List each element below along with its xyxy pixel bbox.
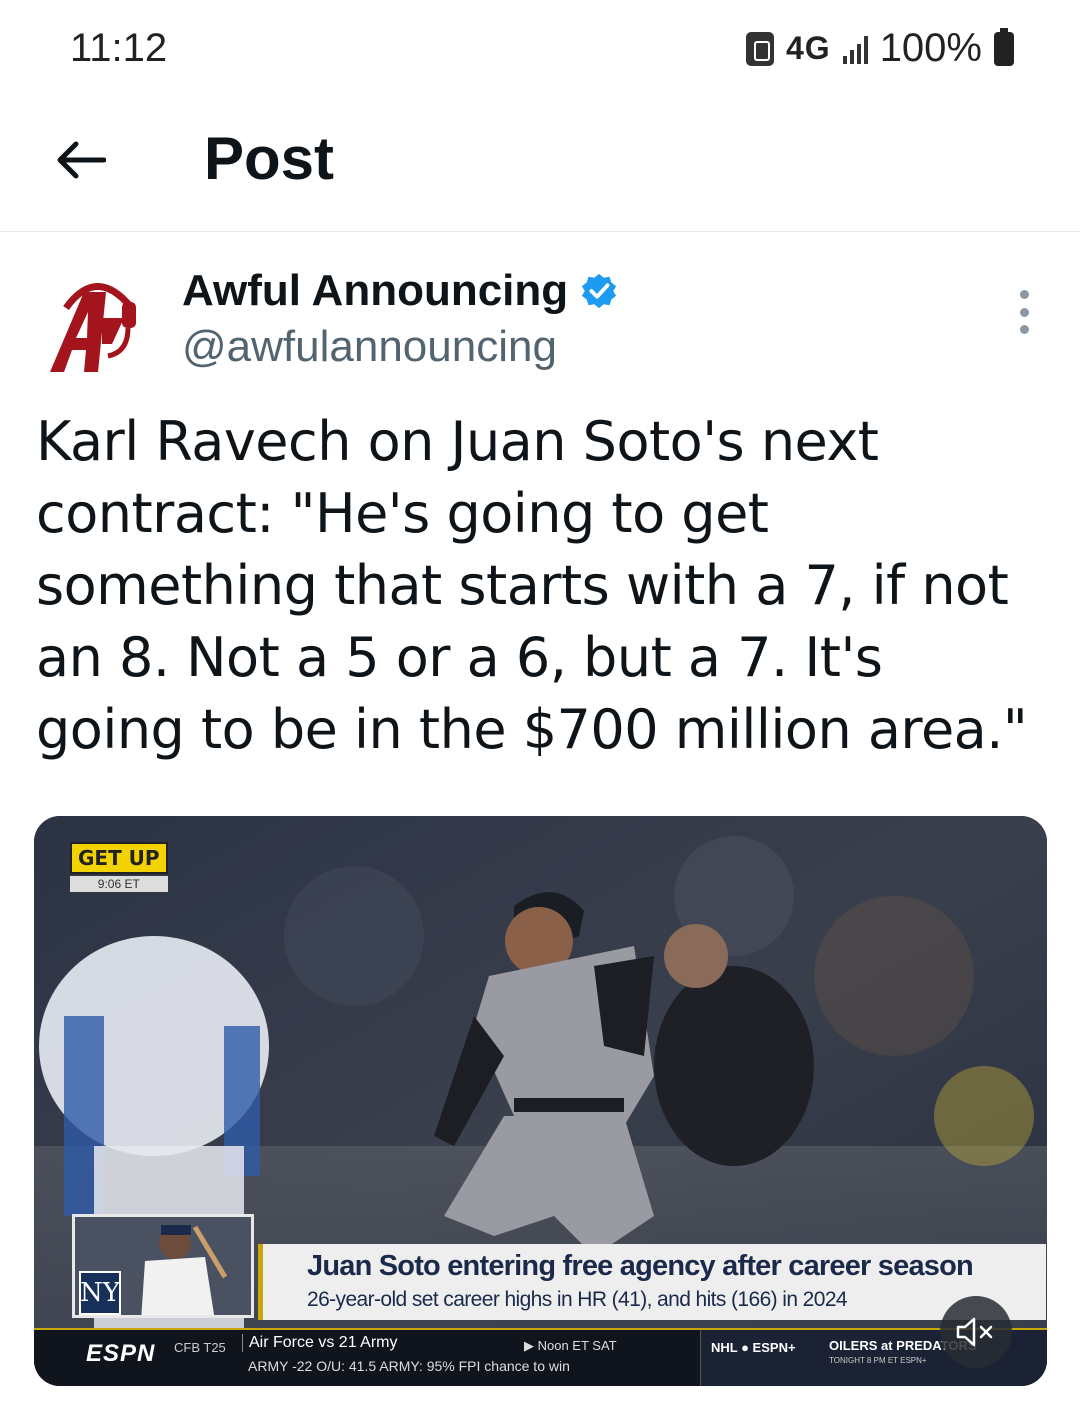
author-name-row[interactable]: Awful Announcing (182, 266, 618, 316)
page-title: Post (204, 125, 335, 192)
ticker-time: ▶ Noon ET SAT (524, 1338, 617, 1353)
promo-time: TONIGHT 8 PM ET ESPN+ (829, 1356, 927, 1365)
arrow-left-icon (57, 141, 106, 179)
network-logo: ESPN (86, 1340, 156, 1367)
more-dot-icon (1019, 290, 1029, 299)
verified-badge-icon (582, 273, 617, 309)
video-player[interactable]: GET UP 9:06 ET NY Juan Soto entering fre… (34, 816, 1047, 1386)
battery-percent: 100% (879, 26, 982, 70)
more-dot-icon (1019, 325, 1029, 334)
show-logo-title: GET UP (70, 842, 168, 874)
network-type: 4G (786, 30, 831, 66)
mute-button[interactable] (940, 1296, 1012, 1368)
author-name[interactable]: Awful Announcing (182, 266, 568, 316)
lower-third-graphic: NY Juan Soto entering free agency after … (70, 1214, 1046, 1326)
avatar[interactable] (44, 268, 148, 378)
ticker-label: CFB T25 (174, 1340, 226, 1355)
score-ticker: ESPN CFB T25 Air Force vs 21 Army ARMY -… (34, 1328, 1047, 1386)
data-saver-icon (746, 31, 774, 66)
status-time: 11:12 (70, 26, 168, 70)
signal-strength-icon (842, 34, 868, 64)
speaker-muted-icon (956, 1317, 993, 1347)
show-logo: GET UP 9:06 ET (70, 842, 168, 892)
ticker-game: Air Force vs 21 Army (242, 1334, 397, 1352)
back-button[interactable] (50, 130, 110, 190)
top-app-bar: Post (0, 100, 1080, 232)
player-photo: NY (72, 1214, 254, 1318)
author-handle[interactable]: @awfulannouncing (182, 322, 557, 372)
status-icons: 4G 100% (746, 26, 1014, 71)
awful-announcing-logo (50, 283, 136, 372)
headline-bar: Juan Soto entering free agency after car… (258, 1244, 1046, 1320)
post-text: Karl Ravech on Juan Soto's next contract… (36, 410, 1028, 761)
show-logo-time: 9:06 ET (70, 876, 168, 892)
promo-league: NHL ● ESPN+ (711, 1340, 796, 1355)
headline: Juan Soto entering free agency after car… (307, 1250, 974, 1282)
more-options-button[interactable] (1004, 290, 1044, 334)
status-bar: 11:12 4G 100% (0, 0, 1080, 100)
more-dot-icon (1019, 307, 1029, 317)
battery-icon (994, 27, 1014, 66)
ticker-line: ARMY -22 O/U: 41.5 ARMY: 95% FPI chance … (248, 1358, 570, 1374)
subheadline: 26-year-old set career highs in HR (41),… (307, 1288, 848, 1311)
team-logo: NY (79, 1271, 121, 1315)
